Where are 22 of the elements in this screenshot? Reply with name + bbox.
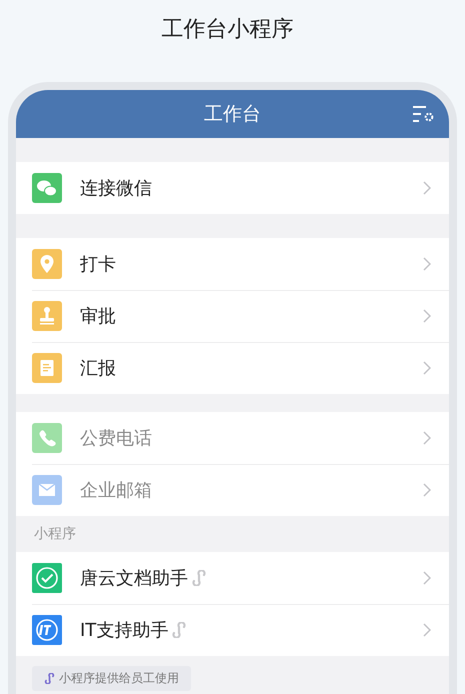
chevron-icon	[423, 361, 431, 375]
mini-program-item[interactable]: IT支持助手	[16, 604, 449, 656]
menu-item[interactable]: 审批	[16, 290, 449, 342]
menu-item[interactable]: 汇报	[16, 342, 449, 394]
chevron-icon	[423, 181, 431, 195]
link-icon	[191, 570, 207, 586]
chevron-icon	[423, 431, 431, 445]
chevron-icon	[423, 483, 431, 497]
menu-item[interactable]: 连接微信	[16, 162, 449, 214]
section-heading: 小程序	[33, 525, 77, 544]
menu-item[interactable]: 打卡	[16, 238, 449, 290]
link-icon	[44, 673, 55, 684]
info-text: 小程序提供给员工使用	[59, 670, 179, 687]
page-title: 工作台小程序	[160, 16, 294, 44]
settings-icon[interactable]	[413, 105, 435, 123]
chevron-icon	[423, 623, 431, 637]
header-title: 工作台	[204, 102, 261, 127]
chevron-icon	[423, 571, 431, 585]
chevron-icon	[423, 309, 431, 323]
link-icon	[171, 622, 188, 638]
mini-program-item[interactable]: 唐云文档助手	[16, 552, 449, 604]
chevron-icon	[423, 257, 431, 271]
